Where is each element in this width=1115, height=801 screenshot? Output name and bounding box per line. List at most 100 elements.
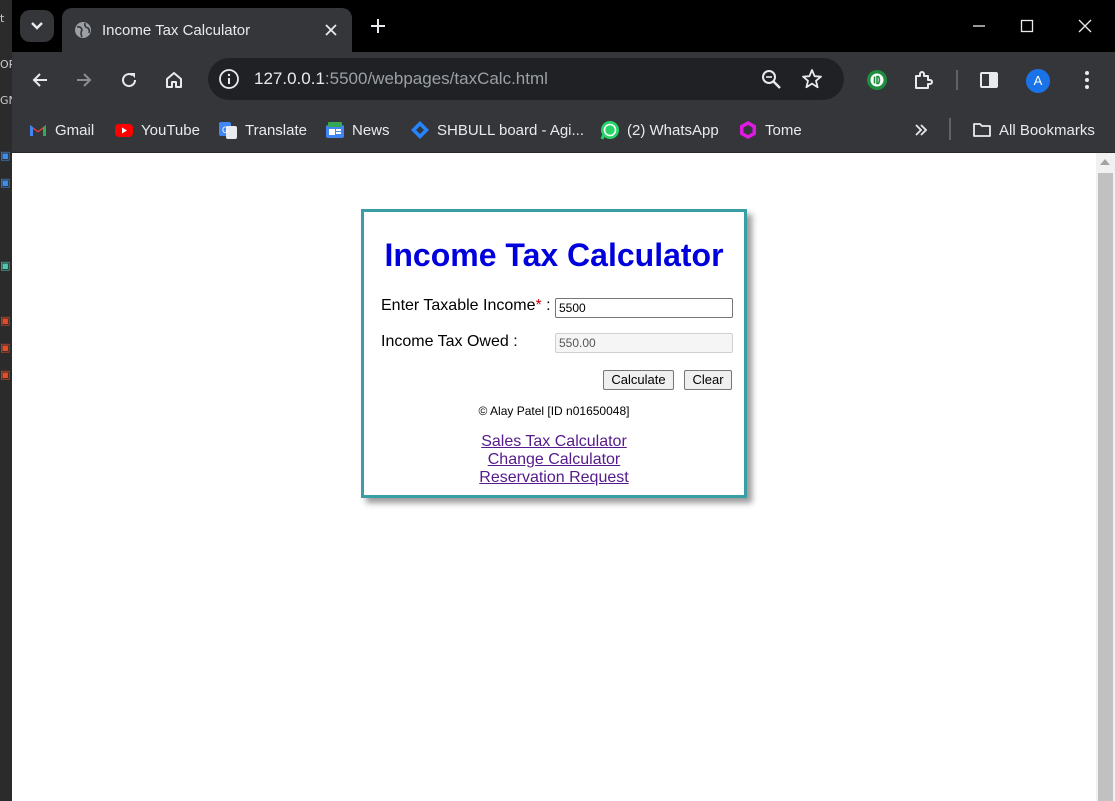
- editor-fragment: GN: [0, 94, 12, 107]
- bookmarks-separator: [949, 118, 951, 140]
- maximize-icon: [1020, 19, 1034, 33]
- kebab-menu-icon: [1085, 71, 1089, 89]
- html-file-icon: ▣: [0, 314, 11, 327]
- bookmark-translate[interactable]: G Translate: [218, 119, 307, 141]
- editor-fragment: t: [0, 12, 5, 25]
- tab-active[interactable]: Income Tax Calculator: [62, 8, 352, 52]
- profile-avatar[interactable]: A: [1026, 69, 1050, 93]
- calculator-links: Sales Tax Calculator Change Calculator R…: [364, 433, 744, 487]
- tab-search-button[interactable]: [20, 10, 54, 42]
- arrow-left-icon: [32, 73, 47, 87]
- file-icon: ▣: [0, 259, 11, 272]
- bookmark-label: YouTube: [141, 121, 200, 139]
- close-icon: [1078, 19, 1092, 33]
- url-text[interactable]: 127.0.0.1:5500/webpages/taxCalc.html: [254, 69, 548, 89]
- change-calculator-link[interactable]: Change Calculator: [364, 451, 744, 469]
- tome-icon: [740, 121, 756, 139]
- extensions-button[interactable]: [907, 64, 939, 96]
- bookmark-whatsapp[interactable]: (2) WhatsApp: [600, 119, 719, 141]
- svg-text:G: G: [222, 125, 229, 135]
- sales-tax-calculator-link[interactable]: Sales Tax Calculator: [364, 433, 744, 451]
- page-title: Income Tax Calculator: [384, 237, 724, 273]
- bookmark-label: News: [352, 121, 390, 139]
- bookmark-label: Tome: [765, 121, 802, 139]
- income-label-colon: :: [541, 297, 551, 314]
- all-bookmarks-button[interactable]: All Bookmarks: [972, 119, 1095, 141]
- clear-button[interactable]: Clear: [684, 370, 732, 390]
- bookmark-news[interactable]: News: [325, 119, 390, 141]
- reservation-request-link[interactable]: Reservation Request: [364, 469, 744, 487]
- reload-icon: [122, 73, 137, 88]
- whatsapp-icon: [600, 121, 619, 140]
- globe-icon: [75, 22, 91, 38]
- menu-button[interactable]: [1071, 64, 1103, 96]
- tab-title: Income Tax Calculator: [102, 21, 251, 39]
- css-file-icon: ▣: [0, 149, 11, 162]
- copyright-notice: © Alay Patel [ID n01650048]: [478, 404, 630, 418]
- tab-close-button[interactable]: [320, 19, 342, 41]
- editor-fragment: OR: [0, 58, 12, 71]
- side-panel-icon: [980, 72, 998, 88]
- minimize-button[interactable]: [956, 8, 1002, 44]
- bookmark-youtube[interactable]: YouTube: [114, 119, 200, 141]
- forward-button[interactable]: [68, 64, 100, 96]
- bookmark-star-icon[interactable]: [800, 67, 824, 91]
- bookmark-label: SHBULL board - Agi...: [437, 121, 585, 139]
- extension-badge-icon: [867, 70, 887, 90]
- bookmarks-overflow-button[interactable]: [914, 119, 928, 141]
- html-file-icon: ▣: [0, 368, 11, 381]
- url-host: 127.0.0.1: [254, 69, 325, 88]
- browser-window: Income Tax Calculator 127.0.0.1:5500/web…: [12, 0, 1115, 801]
- css-file-icon: ▣: [0, 176, 11, 189]
- reload-button[interactable]: [113, 64, 145, 96]
- home-icon: [166, 72, 182, 88]
- plus-icon: [371, 19, 385, 33]
- tax-calculator-card: Income Tax Calculator Enter Taxable Inco…: [361, 209, 747, 498]
- page-scrollbar[interactable]: [1096, 153, 1115, 801]
- bookmark-jira-board[interactable]: SHBULL board - Agi...: [410, 119, 584, 141]
- side-panel-button[interactable]: [973, 64, 1005, 96]
- site-info-icon[interactable]: [218, 68, 240, 90]
- bookmark-label: (2) WhatsApp: [627, 121, 719, 139]
- income-label-text: Enter Taxable Income: [381, 297, 536, 314]
- translate-icon: G: [219, 122, 237, 139]
- toolbar-separator: [956, 70, 958, 90]
- taxable-income-input[interactable]: 5500: [555, 298, 733, 318]
- tax-owed-label: Income Tax Owed :: [381, 333, 518, 350]
- puzzle-icon: [915, 71, 933, 89]
- news-icon: [326, 122, 344, 138]
- scrollbar-thumb[interactable]: [1098, 173, 1113, 801]
- folder-icon: [973, 123, 991, 137]
- maximize-button[interactable]: [1004, 8, 1050, 44]
- bookmark-label: Translate: [245, 121, 307, 139]
- html-file-icon: ▣: [0, 341, 11, 354]
- tax-owed-output: 550.00: [555, 333, 733, 353]
- url-path: :5500/webpages/taxCalc.html: [324, 69, 548, 88]
- zoom-icon[interactable]: [760, 68, 784, 92]
- home-button[interactable]: [158, 64, 190, 96]
- tab-strip: Income Tax Calculator: [12, 0, 1115, 52]
- calculate-button[interactable]: Calculate: [603, 370, 674, 390]
- all-bookmarks-label: All Bookmarks: [999, 121, 1095, 139]
- double-chevron-right-icon: [915, 124, 928, 136]
- arrow-right-icon: [77, 73, 92, 87]
- page-viewport: Income Tax Calculator Enter Taxable Inco…: [12, 153, 1096, 801]
- bookmark-gmail[interactable]: Gmail: [28, 119, 94, 141]
- close-icon: [325, 24, 337, 36]
- bookmark-label: Gmail: [55, 121, 95, 139]
- scroll-up-arrow-icon[interactable]: [1100, 159, 1110, 165]
- bookmarks-bar: Gmail YouTube G Translate News SHBULL bo…: [12, 108, 1115, 153]
- background-editor-strip: t OR GN ▣ ▣ ▣ ▣ ▣ ▣: [0, 0, 12, 801]
- bookmark-tome[interactable]: Tome: [738, 119, 802, 141]
- window-close-button[interactable]: [1062, 8, 1108, 44]
- income-label: Enter Taxable Income* :: [381, 297, 551, 315]
- address-bar[interactable]: 127.0.0.1:5500/webpages/taxCalc.html: [208, 58, 844, 100]
- extension-button[interactable]: [861, 64, 893, 96]
- gmail-icon: [30, 125, 46, 136]
- chevron-down-icon: [31, 22, 43, 30]
- toolbar: 127.0.0.1:5500/webpages/taxCalc.html A: [12, 52, 1115, 108]
- youtube-icon: [115, 124, 133, 137]
- new-tab-button[interactable]: [364, 12, 392, 40]
- jira-icon: [411, 121, 429, 139]
- back-button[interactable]: [24, 64, 56, 96]
